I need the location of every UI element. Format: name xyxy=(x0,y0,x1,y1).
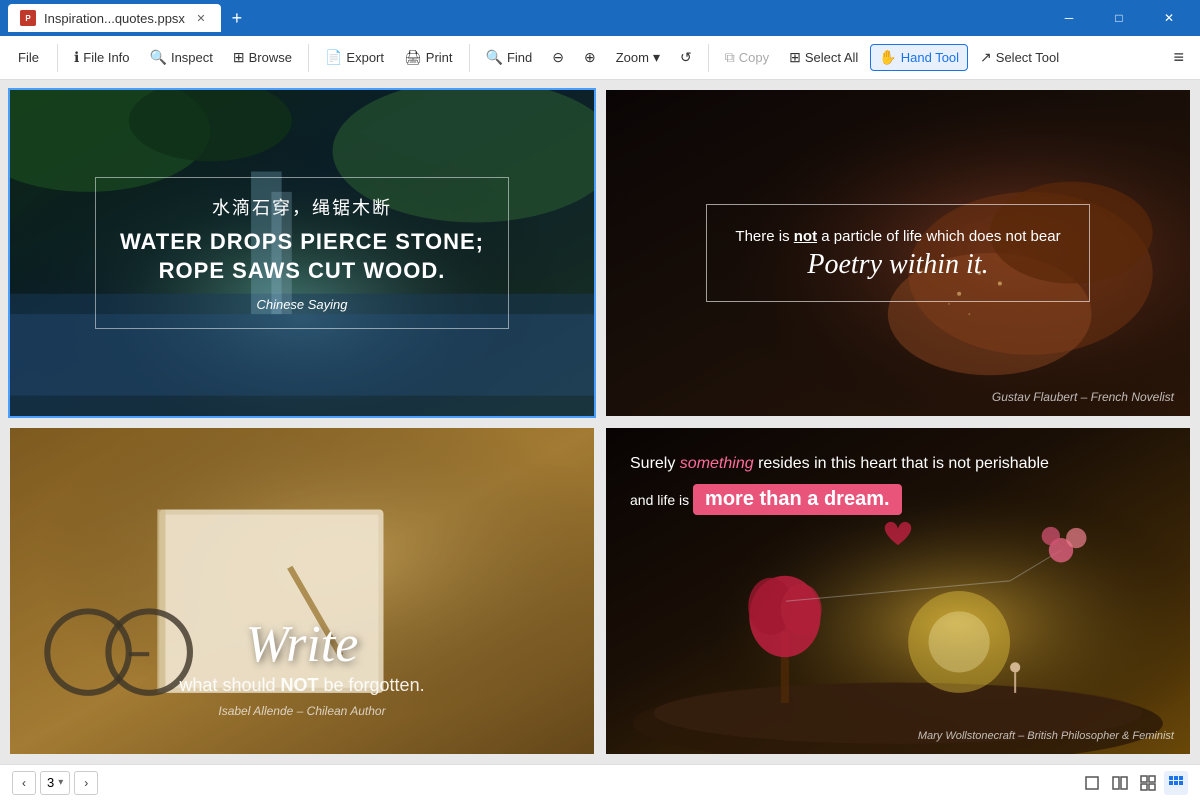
zoom-out-icon: ⊖ xyxy=(552,49,564,66)
active-tab[interactable]: P Inspiration...quotes.ppsx ✕ xyxy=(8,4,221,32)
next-page-button[interactable]: › xyxy=(74,771,98,795)
inspect-icon: 🔍 xyxy=(150,49,167,66)
select-tool-icon: ↗ xyxy=(980,49,992,66)
slide-3-content: Write what should NOT be forgotten. Isab… xyxy=(10,428,594,754)
minimize-button[interactable]: ─ xyxy=(1046,2,1092,34)
slide-2-quote-text: There is not a particle of life which do… xyxy=(735,225,1060,249)
view-single-button[interactable] xyxy=(1080,771,1104,795)
slide-3[interactable]: Write what should NOT be forgotten. Isab… xyxy=(8,426,596,756)
slide-2-attribution: Gustav Flaubert – French Novelist xyxy=(992,390,1174,404)
page-dropdown-arrow: ▾ xyxy=(58,777,63,788)
export-icon: 📄 xyxy=(325,49,342,66)
maximize-button[interactable]: □ xyxy=(1096,2,1142,34)
slide-1-chinese-text: 水滴石穿，绳锯木断 xyxy=(120,194,484,220)
separator-4 xyxy=(708,44,709,72)
print-button[interactable]: 🖨 Print xyxy=(396,45,461,70)
file-type-icon: P xyxy=(20,10,36,26)
slide-4-content: Surely something resides in this heart t… xyxy=(606,428,1190,754)
double-view-icon xyxy=(1112,775,1128,791)
slide-1[interactable]: 水滴石穿，绳锯木断 WATER DROPS PIERCE STONE;ROPE … xyxy=(8,88,596,418)
toolbar: File ℹ File Info 🔍 Inspect ⊞ Browse 📄 Ex… xyxy=(0,36,1200,80)
zoom-in-button[interactable]: ⊕ xyxy=(576,45,604,70)
zoom-chevron-icon: ▾ xyxy=(653,49,660,66)
separator-2 xyxy=(308,44,309,72)
slide-4[interactable]: Surely something resides in this heart t… xyxy=(604,426,1192,756)
multi-view-icon xyxy=(1168,775,1184,791)
find-button[interactable]: 🔍 Find xyxy=(478,45,541,70)
slide-2-content: There is not a particle of life which do… xyxy=(606,90,1190,416)
view-multi-button[interactable] xyxy=(1164,771,1188,795)
rotate-button[interactable]: ↺ xyxy=(672,45,700,70)
tab-close-button[interactable]: ✕ xyxy=(193,10,209,26)
inspect-button[interactable]: 🔍 Inspect xyxy=(142,45,221,70)
title-bar-left: P Inspiration...quotes.ppsx ✕ + xyxy=(8,4,1046,32)
slide-3-write-word: Write xyxy=(246,619,359,671)
slide-2-quote-box: There is not a particle of life which do… xyxy=(706,204,1089,302)
select-tool-button[interactable]: ↗ Select Tool xyxy=(972,45,1067,70)
bottom-bar: ‹ 3 ▾ › xyxy=(0,764,1200,800)
page-navigation: ‹ 3 ▾ › xyxy=(12,771,98,795)
window-controls: ─ □ ✕ xyxy=(1046,2,1192,34)
slide-1-quote-box: 水滴石穿，绳锯木断 WATER DROPS PIERCE STONE;ROPE … xyxy=(95,177,509,329)
zoom-dropdown-button[interactable]: Zoom ▾ xyxy=(608,45,668,70)
file-info-icon: ℹ xyxy=(74,49,79,66)
rotate-icon: ↺ xyxy=(680,49,692,66)
view-double-button[interactable] xyxy=(1108,771,1132,795)
slide-3-attribution: Isabel Allende – Chilean Author xyxy=(218,704,385,718)
slide-4-attribution: Mary Wollstonecraft – British Philosophe… xyxy=(918,730,1174,742)
current-page-number: 3 xyxy=(47,775,54,790)
file-info-button[interactable]: ℹ File Info xyxy=(66,45,138,70)
single-view-icon xyxy=(1084,775,1100,791)
slide-3-subtitle: what should NOT be forgotten. xyxy=(179,675,424,696)
grid-view-icon xyxy=(1140,775,1156,791)
copy-button[interactable]: ⧉ Copy xyxy=(717,45,777,70)
browse-button[interactable]: ⊞ Browse xyxy=(225,45,300,70)
slide-grid: 水滴石穿，绳锯木断 WATER DROPS PIERCE STONE;ROPE … xyxy=(0,80,1200,764)
main-content: 水滴石穿，绳锯木断 WATER DROPS PIERCE STONE;ROPE … xyxy=(0,80,1200,764)
slide-4-something-text: something xyxy=(680,455,754,472)
print-icon: 🖨 xyxy=(404,49,422,66)
slide-1-attribution: Chinese Saying xyxy=(120,297,484,312)
slide-3-inner: Write what should NOT be forgotten. Isab… xyxy=(10,428,594,754)
slide-2-poetry-word: Poetry within it. xyxy=(735,249,1060,281)
copy-icon: ⧉ xyxy=(725,49,735,66)
slide-1-inner: 水滴石穿，绳锯木断 WATER DROPS PIERCE STONE;ROPE … xyxy=(10,90,594,416)
separator-1 xyxy=(57,44,58,72)
view-mode-buttons xyxy=(1080,771,1188,795)
view-grid-button[interactable] xyxy=(1136,771,1160,795)
new-tab-button[interactable]: + xyxy=(223,4,251,32)
slide-2-inner: There is not a particle of life which do… xyxy=(606,90,1190,416)
browse-icon: ⊞ xyxy=(233,49,245,66)
slide-2[interactable]: There is not a particle of life which do… xyxy=(604,88,1192,418)
select-all-icon: ⊞ xyxy=(789,49,801,66)
page-number-box[interactable]: 3 ▾ xyxy=(40,771,70,795)
separator-3 xyxy=(469,44,470,72)
find-icon: 🔍 xyxy=(486,49,503,66)
slide-1-content: 水滴石穿，绳锯木断 WATER DROPS PIERCE STONE;ROPE … xyxy=(10,90,594,416)
close-button[interactable]: ✕ xyxy=(1146,2,1192,34)
select-all-button[interactable]: ⊞ Select All xyxy=(781,45,866,70)
zoom-out-button[interactable]: ⊖ xyxy=(544,45,572,70)
slide-4-top-text: Surely something resides in this heart t… xyxy=(630,452,1049,476)
title-bar: P Inspiration...quotes.ppsx ✕ + ─ □ ✕ xyxy=(0,0,1200,36)
hand-tool-icon: ✋ xyxy=(879,49,896,66)
export-button[interactable]: 📄 Export xyxy=(317,45,392,70)
file-menu[interactable]: File xyxy=(8,46,49,69)
slide-4-middle-text: and life is more than a dream. xyxy=(630,484,902,515)
hand-tool-button[interactable]: ✋ Hand Tool xyxy=(870,44,968,71)
slide-4-inner: Surely something resides in this heart t… xyxy=(606,428,1190,754)
slide-4-dream-box: more than a dream. xyxy=(693,484,902,515)
prev-page-button[interactable]: ‹ xyxy=(12,771,36,795)
zoom-in-icon: ⊕ xyxy=(584,49,596,66)
hamburger-menu-button[interactable]: ≡ xyxy=(1165,43,1192,72)
tab-title: Inspiration...quotes.ppsx xyxy=(44,11,185,26)
slide-1-english-text: WATER DROPS PIERCE STONE;ROPE SAWS CUT W… xyxy=(120,228,484,285)
